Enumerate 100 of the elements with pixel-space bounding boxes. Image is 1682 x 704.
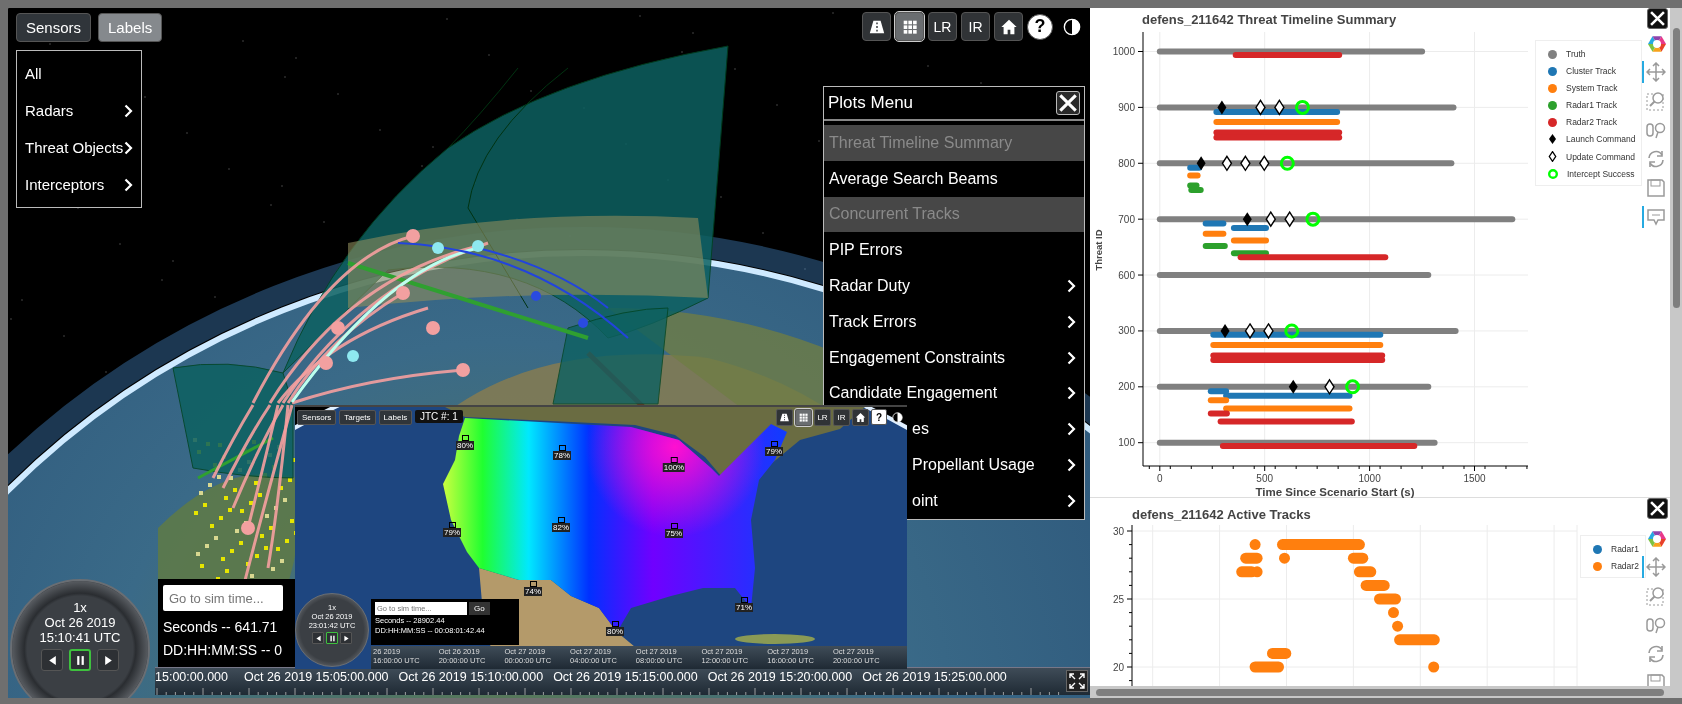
toolbar-button[interactable]: LR <box>814 409 831 426</box>
jtc-label: JTC #: 1 <box>415 410 463 423</box>
close-button[interactable] <box>1056 91 1080 115</box>
pause-button[interactable] <box>326 632 338 644</box>
step-forward-button[interactable] <box>340 632 352 644</box>
legend-label: Radar1 Track <box>1566 100 1618 110</box>
timeline-label: Oct 26 2019 15:25:00.000 <box>862 669 1007 684</box>
sim-time-field[interactable]: Go to sim time... <box>163 585 283 611</box>
legend-label: System Track <box>1566 83 1618 93</box>
legend-label: Cluster Track <box>1566 66 1617 76</box>
step-forward-button[interactable] <box>97 649 119 671</box>
axis-label: 700 <box>1118 213 1135 225</box>
coverage-label: 79% <box>443 528 461 537</box>
help-button[interactable]: ? <box>1027 13 1053 40</box>
axis-label: 1000 <box>1358 473 1381 484</box>
axis-label: 900 <box>1118 101 1135 113</box>
chart-title: defens_211642 Threat Timeline Summary <box>1142 12 1397 27</box>
close-button[interactable] <box>1647 498 1668 519</box>
launch-marker <box>1220 323 1230 338</box>
view-button[interactable]: Targets <box>339 410 376 425</box>
go-button[interactable]: Go <box>469 602 490 615</box>
seconds-readout: Seconds -- 641.71 <box>163 618 278 637</box>
intercept-marker <box>1279 155 1295 171</box>
axis-label: 300 <box>1118 325 1135 337</box>
home-button[interactable] <box>852 409 869 426</box>
legend-label: Intercept Success <box>1567 169 1635 179</box>
step-back-button[interactable] <box>312 632 324 644</box>
view-mode-button[interactable] <box>862 12 891 41</box>
track-bar <box>1202 230 1227 237</box>
move-icon <box>1646 62 1666 82</box>
axis-title: Time Since Scenario Start (s) <box>1255 486 1415 498</box>
step-back-button[interactable] <box>41 649 63 671</box>
launch-marker <box>1288 379 1298 394</box>
menu-item[interactable]: Threat Objects <box>17 129 141 166</box>
move-icon <box>1646 557 1666 577</box>
fullscreen-button[interactable] <box>1066 670 1088 692</box>
chart-title: defens_211642 Active Tracks <box>1132 507 1311 522</box>
coverage-label: 74% <box>524 587 542 596</box>
update-marker <box>1284 210 1295 228</box>
pause-icon <box>74 654 86 666</box>
toolbar-button[interactable]: IR <box>833 409 850 426</box>
menu-item[interactable]: Radars <box>17 92 141 129</box>
track-count-bar <box>1267 647 1292 659</box>
grid-button[interactable] <box>795 409 812 426</box>
track-bar <box>1230 225 1269 232</box>
track-count-bar <box>1394 634 1440 646</box>
view-button[interactable]: Sensors <box>297 410 337 425</box>
wheel-zoom-icon <box>1646 120 1666 140</box>
view-mode-button[interactable] <box>776 409 793 426</box>
help-button[interactable]: ? <box>871 409 887 425</box>
launch-marker <box>1196 156 1206 171</box>
legend-label: Radar2 Track <box>1566 117 1618 127</box>
comment-icon <box>1646 207 1666 227</box>
grid-button[interactable] <box>895 12 924 41</box>
contrast-button[interactable] <box>889 409 906 426</box>
update-marker <box>1221 154 1233 172</box>
coverage-label: 80% <box>456 441 474 450</box>
close-icon <box>1650 501 1665 516</box>
axis-label: 25 <box>1112 593 1124 605</box>
axis-label: 0 <box>1157 473 1163 484</box>
scrollbar-thumb[interactable] <box>1672 28 1680 308</box>
coverage-label: 82% <box>552 523 570 532</box>
update-marker <box>1263 322 1274 340</box>
scrollbar-thumb[interactable] <box>1096 688 1664 696</box>
elapsed-readout: DD:HH:MM:SS -- 0 <box>163 641 282 660</box>
update-marker <box>1244 322 1256 340</box>
close-button[interactable] <box>1647 8 1668 29</box>
coverage-label: 78% <box>553 451 571 460</box>
close-icon <box>1059 94 1077 112</box>
chevron-right-icon <box>1067 314 1076 329</box>
fullscreen-icon <box>1069 673 1085 689</box>
axis-label: 100 <box>1118 437 1135 449</box>
axis-label: 600 <box>1118 269 1135 281</box>
menu-item[interactable]: Interceptors <box>17 166 141 203</box>
intercept-marker <box>1345 379 1361 395</box>
intercept-marker <box>1284 323 1300 339</box>
launch-marker <box>1217 100 1227 115</box>
home-button[interactable] <box>994 12 1023 41</box>
pause-button[interactable] <box>69 649 91 671</box>
chevron-right-icon <box>1067 279 1076 294</box>
chevron-right-icon <box>124 177 133 192</box>
road-icon <box>779 412 790 423</box>
menu-item[interactable]: All <box>17 55 141 92</box>
timeline-bar[interactable]: 15:00:00.000 Oct 26 2019 15:05:00.000 Oct 26 2019 15:10:00.000 Oct 26 2019 15:15:00.000 Oct 26 2019 15:20:00.000 Oct 26 2019 15:25:00.000 <box>155 667 1090 695</box>
view-button[interactable]: Labels <box>378 410 413 425</box>
toolbar-button[interactable]: IR <box>961 12 990 41</box>
intercept-marker <box>1305 211 1321 227</box>
pause-icon <box>328 634 336 642</box>
logo-icon <box>1647 529 1667 549</box>
left-triangle-icon <box>46 654 58 666</box>
track-count-bar <box>1392 620 1404 632</box>
axis-label: 30 <box>1112 525 1124 537</box>
speed-text: 1x <box>73 600 87 615</box>
time-text: 15:10:41 UTC <box>39 630 121 645</box>
toolbar-button[interactable]: LR <box>928 12 957 41</box>
track-bar <box>1230 237 1269 244</box>
timeline-label: Oct 26 2019 15:15:00.000 <box>553 669 698 684</box>
view-button[interactable]: Labels <box>98 13 163 42</box>
track-count-bar <box>1360 579 1390 591</box>
view-button[interactable]: Sensors <box>16 13 92 42</box>
